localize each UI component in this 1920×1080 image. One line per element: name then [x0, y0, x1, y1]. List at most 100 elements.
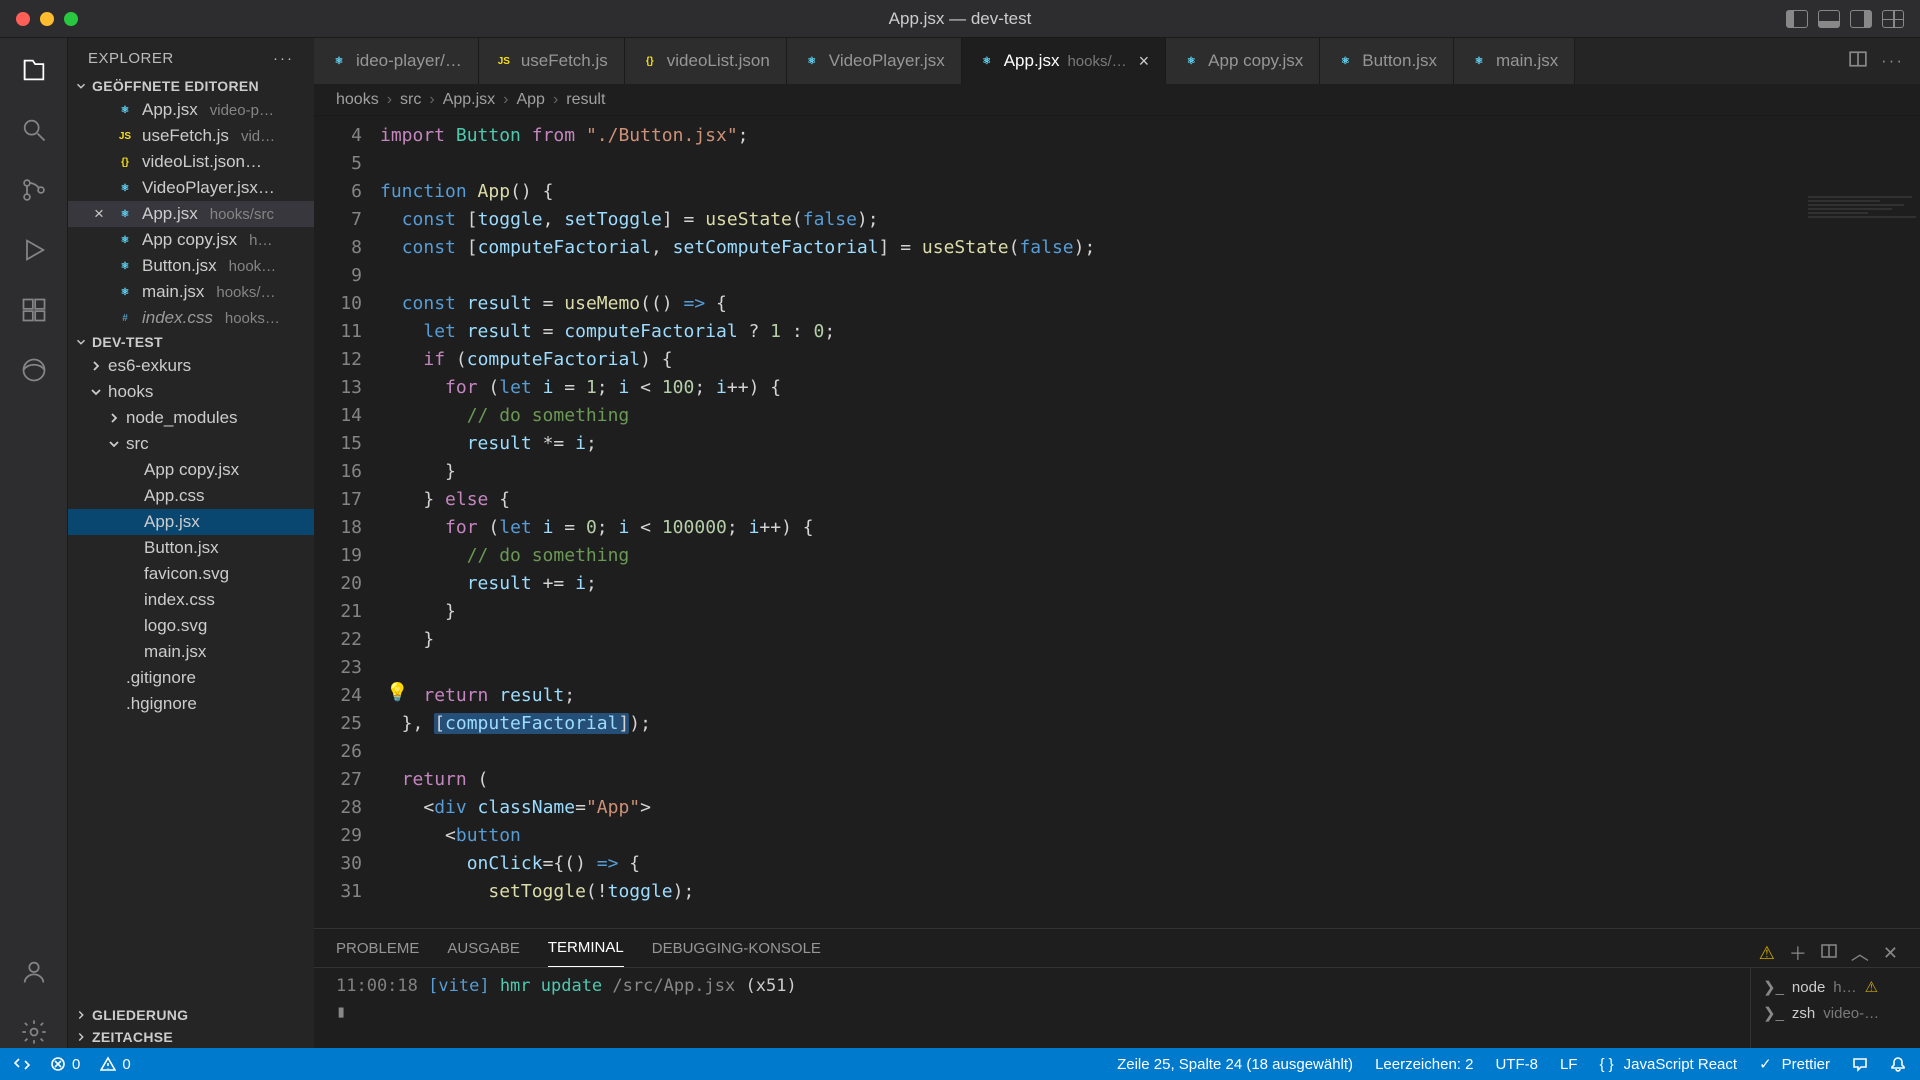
window-controls	[16, 12, 78, 26]
bottom-panel: PROBLEME AUSGABE TERMINAL DEBUGGING-KONS…	[314, 928, 1920, 1048]
warnings-count[interactable]: 0	[100, 1056, 130, 1073]
extensions-icon[interactable]	[18, 294, 50, 326]
close-panel-icon[interactable]: ✕	[1883, 943, 1898, 964]
eol[interactable]: LF	[1560, 1056, 1578, 1073]
code-editor[interactable]: 4567891011121314151617181920212223242526…	[314, 116, 1920, 928]
open-editor-item[interactable]: ⚛VideoPlayer.jsx…	[68, 175, 314, 201]
outline-section[interactable]: GLIEDERUNG	[68, 1004, 314, 1026]
explorer-icon[interactable]	[18, 54, 50, 86]
warning-icon: ⚠	[1865, 978, 1878, 996]
indentation[interactable]: Leerzeichen: 2	[1375, 1056, 1473, 1073]
open-editors-section[interactable]: GEÖFFNETE EDITOREN	[68, 75, 314, 97]
open-editor-item[interactable]: #index.csshooks…	[68, 305, 314, 331]
search-icon[interactable]	[18, 114, 50, 146]
notifications-icon[interactable]	[1890, 1056, 1906, 1072]
tree-item[interactable]: .hgignore	[68, 691, 314, 717]
toggle-secondary-sidebar-icon[interactable]	[1850, 10, 1872, 28]
close-window-button[interactable]	[16, 12, 30, 26]
errors-count[interactable]: 0	[50, 1056, 80, 1073]
open-editor-item[interactable]: ⚛Button.jsxhook…	[68, 253, 314, 279]
terminal-instance[interactable]: ❯_zshvideo-…	[1761, 1000, 1910, 1026]
status-bar: 0 0 Zeile 25, Spalte 24 (18 ausgewählt) …	[0, 1048, 1920, 1080]
panel-tab-terminal[interactable]: TERMINAL	[548, 939, 624, 967]
tree-item[interactable]: Button.jsx	[68, 535, 314, 561]
breadcrumb-segment[interactable]: src	[400, 91, 421, 109]
activity-bar	[0, 38, 68, 1048]
project-section[interactable]: DEV-TEST	[68, 331, 314, 353]
close-tab-icon[interactable]: ×	[1139, 51, 1150, 72]
cursor-position[interactable]: Zeile 25, Spalte 24 (18 ausgewählt)	[1117, 1056, 1353, 1073]
open-editor-item[interactable]: {}videoList.json…	[68, 149, 314, 175]
settings-gear-icon[interactable]	[18, 1016, 50, 1048]
open-editor-item[interactable]: ⚛App copy.jsxh…	[68, 227, 314, 253]
titlebar: App.jsx — dev-test	[0, 0, 1920, 38]
warning-icon[interactable]: ⚠	[1759, 943, 1775, 964]
breadcrumb-segment[interactable]: result	[566, 91, 605, 109]
panel-tab-debug[interactable]: DEBUGGING-KONSOLE	[652, 940, 821, 967]
minimize-window-button[interactable]	[40, 12, 54, 26]
open-editor-item[interactable]: ×⚛App.jsxhooks/src	[68, 201, 314, 227]
prettier-status[interactable]: ✓Prettier	[1759, 1055, 1830, 1073]
file-tree: es6-exkurshooksnode_modulessrcApp copy.j…	[68, 353, 314, 717]
accounts-icon[interactable]	[18, 956, 50, 988]
editor-tab[interactable]: ⚛VideoPlayer.jsx	[787, 38, 962, 84]
terminal-output[interactable]: 11:00:18 [vite] hmr update /src/App.jsx …	[314, 968, 1750, 1048]
editor-tab[interactable]: ⚛App copy.jsx	[1166, 38, 1320, 84]
new-terminal-icon[interactable]: ＋	[1789, 940, 1807, 966]
editor-tab[interactable]: ⚛ideo-player/…	[314, 38, 479, 84]
breadcrumb[interactable]: hooks›src›App.jsx›App›result	[314, 84, 1920, 116]
split-editor-icon[interactable]	[1849, 50, 1867, 73]
layout-controls	[1786, 10, 1904, 28]
more-actions-icon[interactable]: ···	[1881, 51, 1904, 71]
tree-item[interactable]: .gitignore	[68, 665, 314, 691]
breadcrumb-segment[interactable]: App	[516, 91, 544, 109]
tree-item[interactable]: logo.svg	[68, 613, 314, 639]
editor-tab[interactable]: ⚛main.jsx	[1454, 38, 1575, 84]
tree-item[interactable]: App copy.jsx	[68, 457, 314, 483]
panel-tab-problems[interactable]: PROBLEME	[336, 940, 419, 967]
customize-layout-icon[interactable]	[1882, 10, 1904, 28]
tree-item[interactable]: favicon.svg	[68, 561, 314, 587]
language-mode[interactable]: { }JavaScript React	[1599, 1056, 1737, 1073]
tree-item[interactable]: index.css	[68, 587, 314, 613]
terminal-icon: ❯_	[1763, 978, 1784, 996]
tree-item[interactable]: main.jsx	[68, 639, 314, 665]
editor-tab[interactable]: ⚛App.jsxhooks/…×	[962, 38, 1166, 84]
remote-indicator[interactable]	[14, 1056, 30, 1072]
terminal-list: ❯_nodeh…⚠❯_zshvideo-…	[1750, 968, 1920, 1048]
tree-item[interactable]: node_modules	[68, 405, 314, 431]
encoding[interactable]: UTF-8	[1495, 1056, 1538, 1073]
source-control-icon[interactable]	[18, 174, 50, 206]
breadcrumb-segment[interactable]: App.jsx	[443, 91, 495, 109]
line-gutter: 4567891011121314151617181920212223242526…	[314, 116, 380, 928]
tree-item[interactable]: src	[68, 431, 314, 457]
toggle-primary-sidebar-icon[interactable]	[1786, 10, 1808, 28]
editor-tab[interactable]: ⚛Button.jsx	[1320, 38, 1454, 84]
split-terminal-icon[interactable]	[1821, 943, 1837, 964]
editor-area: ⚛ideo-player/…JSuseFetch.js{}videoList.j…	[314, 38, 1920, 1048]
editor-tab[interactable]: JSuseFetch.js	[479, 38, 625, 84]
panel-tab-output[interactable]: AUSGABE	[447, 940, 520, 967]
maximize-panel-icon[interactable]: ︿	[1851, 940, 1869, 966]
toggle-panel-icon[interactable]	[1818, 10, 1840, 28]
tree-item[interactable]: App.jsx	[68, 509, 314, 535]
open-editor-item[interactable]: JSuseFetch.jsvid…	[68, 123, 314, 149]
edge-icon[interactable]	[18, 354, 50, 386]
timeline-section[interactable]: ZEITACHSE	[68, 1026, 314, 1048]
tree-item[interactable]: hooks	[68, 379, 314, 405]
open-editor-item[interactable]: ⚛App.jsxvideo-p…	[68, 97, 314, 123]
tree-item[interactable]: App.css	[68, 483, 314, 509]
tree-item[interactable]: es6-exkurs	[68, 353, 314, 379]
run-debug-icon[interactable]	[18, 234, 50, 266]
terminal-instance[interactable]: ❯_nodeh…⚠	[1761, 974, 1910, 1000]
minimap[interactable]	[1800, 194, 1920, 928]
breadcrumb-segment[interactable]: hooks	[336, 91, 379, 109]
lightbulb-icon[interactable]: 💡	[386, 682, 408, 703]
open-editor-item[interactable]: ⚛main.jsxhooks/…	[68, 279, 314, 305]
maximize-window-button[interactable]	[64, 12, 78, 26]
explorer-more-icon[interactable]: ···	[273, 50, 294, 67]
window-title: App.jsx — dev-test	[0, 9, 1920, 29]
editor-tab[interactable]: {}videoList.json	[625, 38, 787, 84]
code-content[interactable]: import Button from "./Button.jsx"; funct…	[380, 116, 1920, 928]
feedback-icon[interactable]	[1852, 1056, 1868, 1072]
